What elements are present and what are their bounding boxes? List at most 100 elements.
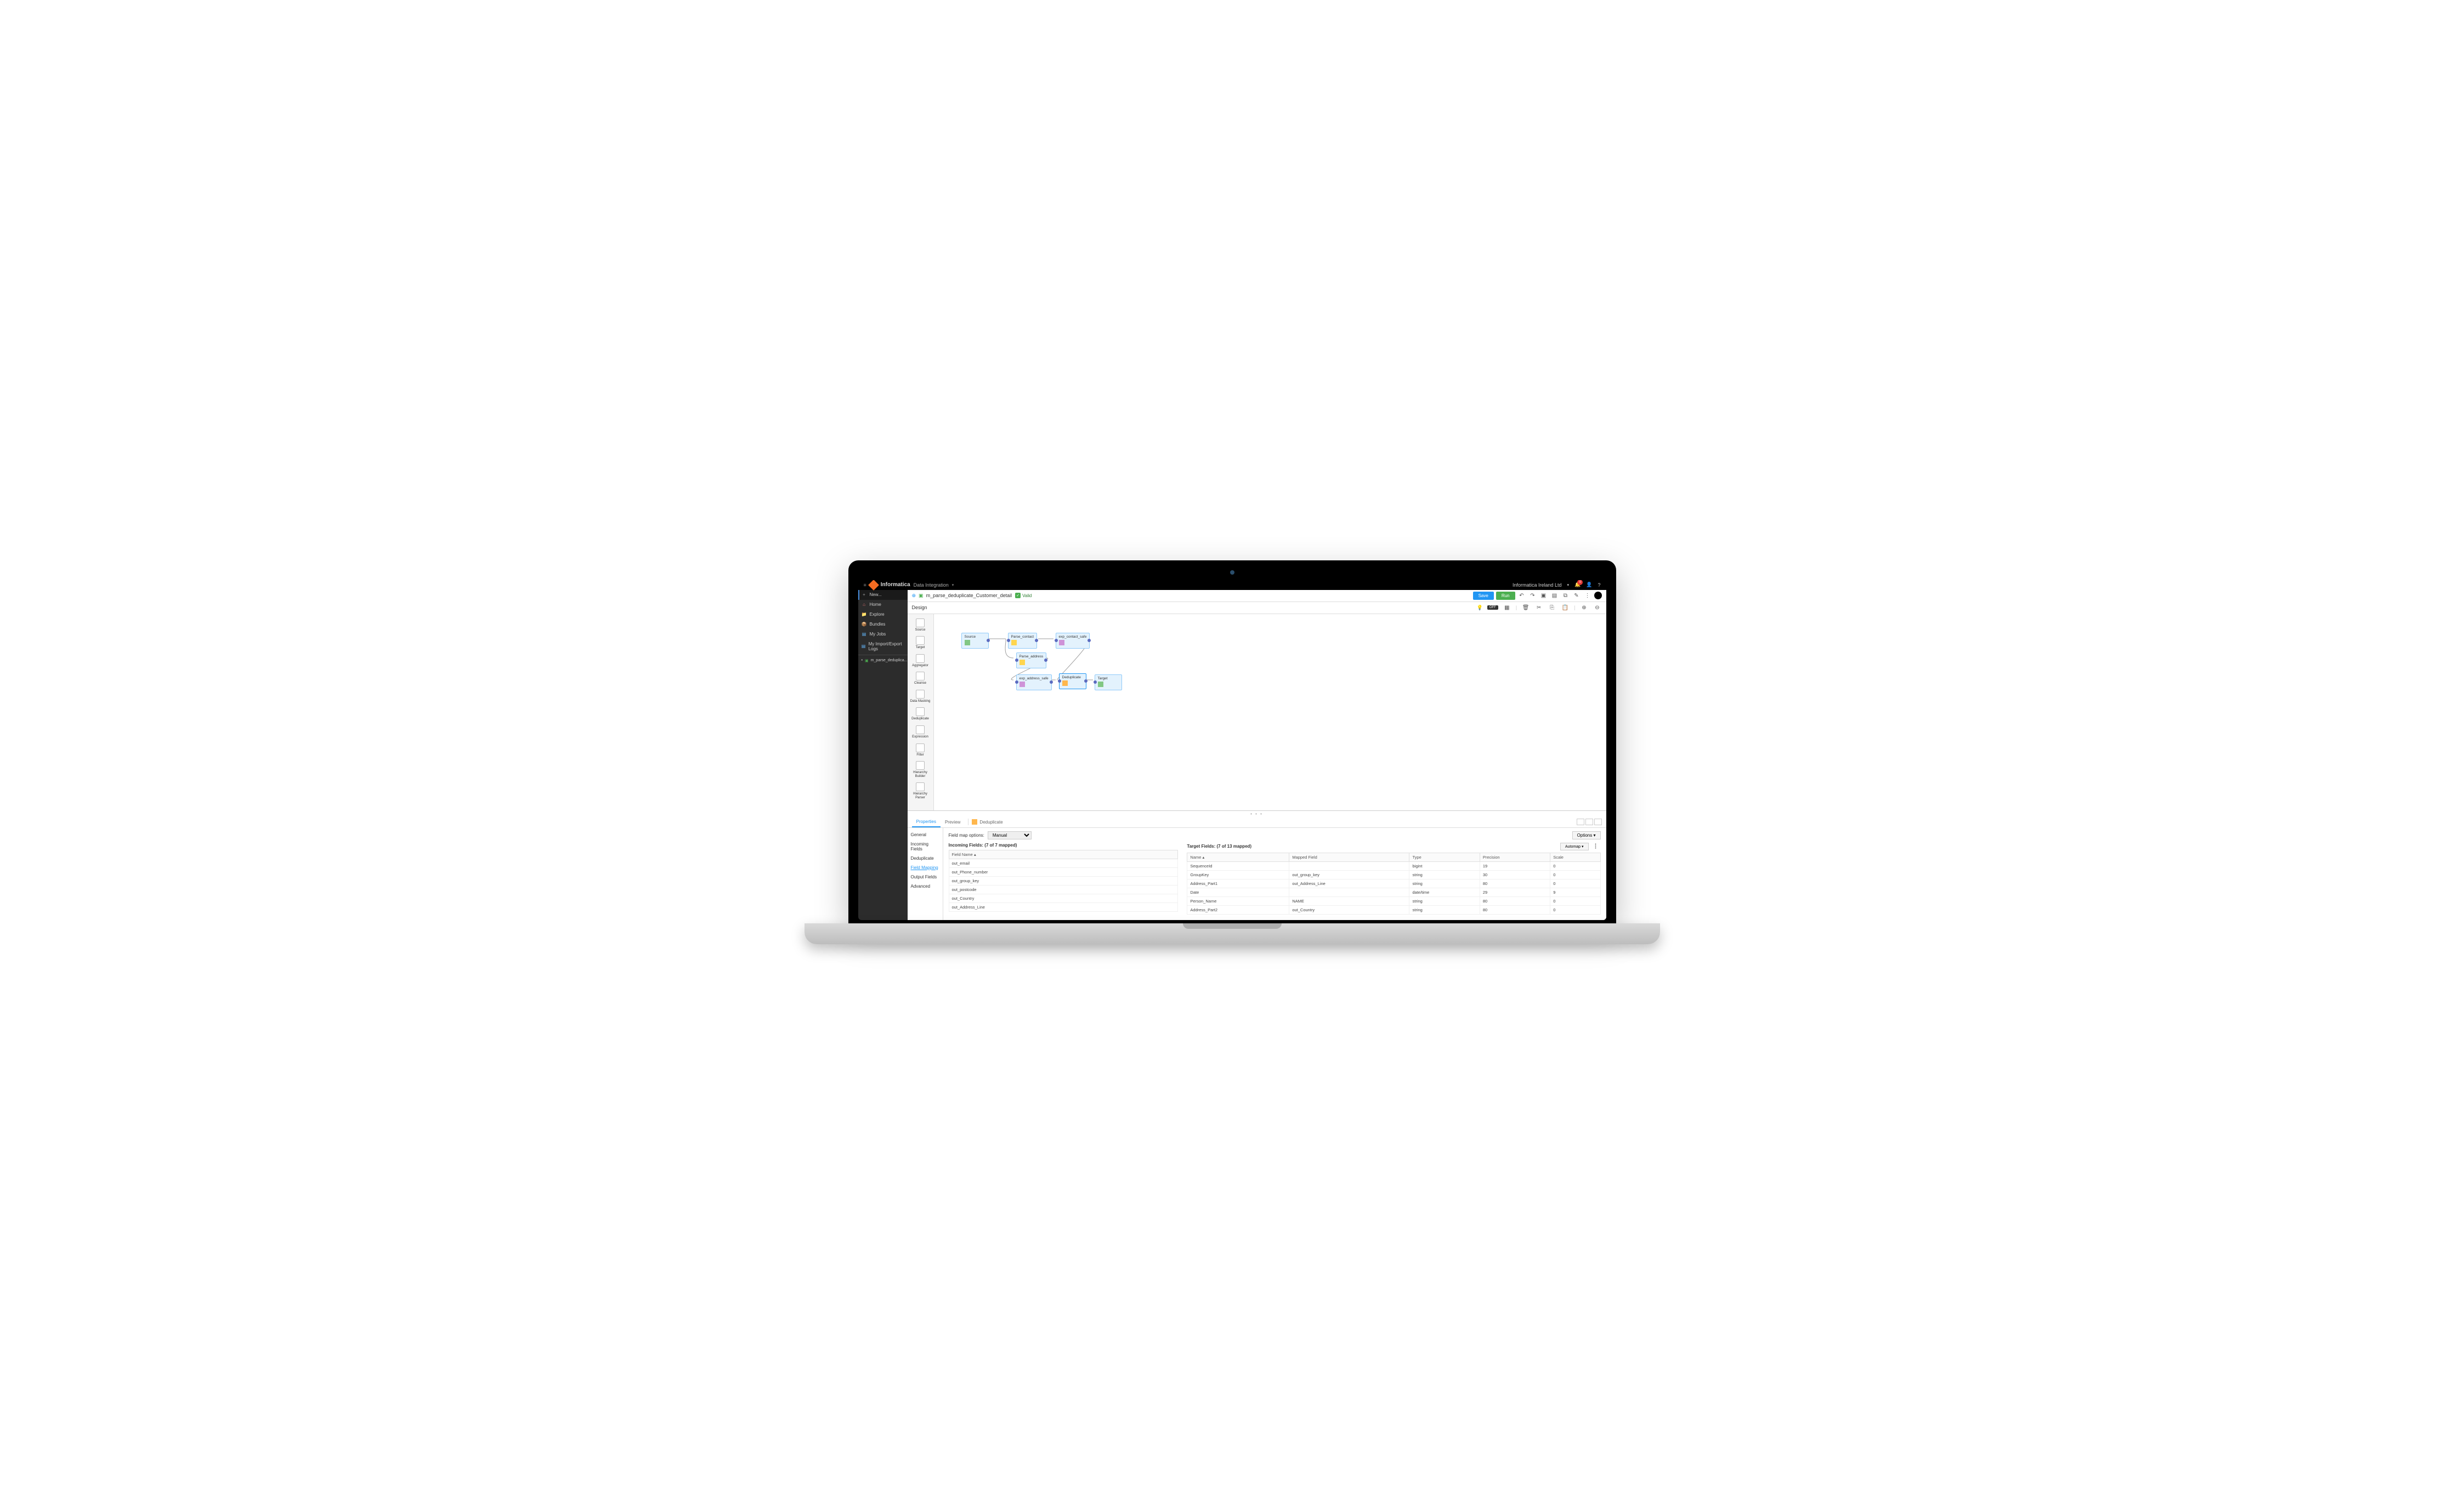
node-parse-address[interactable]: Parse_address [1016, 652, 1047, 668]
link-icon[interactable]: ⧉ [1561, 591, 1570, 600]
cut-icon[interactable]: ✂ [1534, 603, 1543, 612]
layout-view-3[interactable] [1594, 819, 1602, 825]
target-icon [1098, 682, 1103, 687]
app-name[interactable]: Data Integration [914, 582, 949, 588]
chevron-down-icon[interactable]: ▾ [952, 583, 954, 587]
target-fields-title: Target Fields: (7 of 13 mapped) [1187, 844, 1251, 849]
close-circle-icon[interactable] [1594, 592, 1602, 599]
table-row[interactable]: out_postcode [949, 885, 1178, 894]
delete-icon[interactable]: 🗑 [1521, 603, 1530, 612]
col-scale[interactable]: Scale [1550, 853, 1600, 861]
table-row[interactable]: out_Country [949, 894, 1178, 903]
grid-icon[interactable]: ▦ [1503, 603, 1511, 612]
tab-deduplicate[interactable]: Deduplicate [979, 818, 1007, 827]
kebab-icon[interactable]: ⋮ [1591, 843, 1601, 849]
sidebar-item-home[interactable]: ⌂Home [858, 600, 908, 610]
table-row[interactable]: SequenceIdbigint190 [1187, 861, 1600, 870]
table-row[interactable]: Address_Part1out_Address_Linestring800 [1187, 879, 1600, 888]
col-precision[interactable]: Precision [1480, 853, 1550, 861]
tree-toggle-icon[interactable]: ⊕ [912, 593, 916, 599]
open-mapping-item[interactable]: • ▣ m_parse_deduplica... ✕ [858, 656, 908, 665]
edit-icon[interactable]: ✎ [1572, 591, 1581, 600]
sidebar-item-label: My Jobs [870, 632, 886, 637]
copy-icon[interactable]: ⎘ [1548, 603, 1556, 612]
col-type[interactable]: Type [1409, 853, 1480, 861]
node-exp-address-safe[interactable]: exp_address_safe [1016, 674, 1052, 690]
kebab-icon[interactable]: ⋮ [1583, 591, 1592, 600]
layout-view-1[interactable] [1577, 819, 1584, 825]
chevron-down-icon[interactable]: ▾ [1567, 583, 1570, 587]
run-button[interactable]: Run [1496, 592, 1515, 600]
sql-icon[interactable]: ▤ [1550, 591, 1559, 600]
expression-icon [1059, 640, 1064, 645]
table-row[interactable]: out_group_key [949, 876, 1178, 885]
save-button[interactable]: Save [1473, 592, 1494, 600]
side-tab-deduplicate[interactable]: Deduplicate [908, 854, 943, 863]
sidebar-item-bundles[interactable]: 📦Bundles [858, 620, 908, 629]
side-tab-general[interactable]: General [908, 830, 943, 839]
palette-deduplicate[interactable]: Deduplicate [908, 705, 933, 723]
undo-icon[interactable]: ↶ [1517, 591, 1526, 600]
palette-source[interactable]: Source [908, 616, 933, 634]
bulb-icon[interactable]: 💡 [1477, 605, 1483, 611]
palette-filter[interactable]: Filter [908, 741, 933, 759]
table-row[interactable]: Datedate/time299 [1187, 888, 1600, 896]
options-button[interactable]: Options ▾ [1572, 831, 1601, 839]
side-tab-advanced[interactable]: Advanced [908, 882, 943, 891]
table-row[interactable]: Address_Part2out_Countrystring800 [1187, 905, 1600, 914]
sidebar-item-explore[interactable]: 📁Explore [858, 610, 908, 620]
sidebar-item-label: Bundles [870, 622, 886, 627]
zoom-out-icon[interactable]: ⊖ [1593, 603, 1602, 612]
table-row[interactable]: out_Address_Line [949, 903, 1178, 911]
node-deduplicate[interactable]: Deduplicate [1059, 673, 1086, 689]
drag-handle-icon[interactable]: • • • [908, 811, 1606, 817]
toggle-switch[interactable]: OFF [1487, 605, 1498, 610]
node-source[interactable]: Source [961, 633, 989, 649]
sidebar-icon: ▤ [862, 632, 867, 637]
side-tab-output-fields[interactable]: Output Fields [908, 872, 943, 882]
side-tab-field-mapping[interactable]: Field Mapping [908, 863, 943, 872]
sidebar-item-my-import-export-logs[interactable]: ▤My Import/Export Logs [858, 639, 908, 654]
palette-expression[interactable]: Expression [908, 723, 933, 741]
sidebar-item-my-jobs[interactable]: ▤My Jobs [858, 629, 908, 639]
tab-preview[interactable]: Preview [941, 818, 965, 827]
palette-cleanse[interactable]: Cleanse [908, 669, 933, 688]
org-name[interactable]: Informatica Ireland Ltd [1513, 582, 1562, 588]
user-icon[interactable]: 👤 [1586, 582, 1592, 588]
table-row[interactable]: GroupKeyout_group_keystring300 [1187, 870, 1600, 879]
help-icon[interactable]: ? [1598, 582, 1600, 588]
table-row[interactable]: Person_NameNAMEstring800 [1187, 896, 1600, 905]
palette-aggregator[interactable]: Aggregator [908, 652, 933, 670]
sidebar-item-new-[interactable]: +New... [858, 590, 908, 600]
tab-properties[interactable]: Properties [912, 817, 941, 827]
node-parse-contact[interactable]: Parse_contact [1008, 633, 1038, 649]
palette-data-masking[interactable]: Data Masking [908, 688, 933, 706]
table-row[interactable]: out_email [949, 859, 1178, 867]
node-target[interactable]: Target [1095, 674, 1122, 690]
palette-target[interactable]: Target [908, 634, 933, 652]
redo-icon[interactable]: ↷ [1528, 591, 1537, 600]
design-canvas[interactable]: Source Parse_contact exp_contact_safe [934, 614, 1606, 810]
col-mapped-field[interactable]: Mapped Field [1289, 853, 1409, 861]
palette-hierarchy-builder[interactable]: Hierarchy Builder [908, 759, 933, 780]
table-row[interactable]: out_Phone_number [949, 867, 1178, 876]
bell-icon[interactable]: 🔔0 [1574, 582, 1581, 588]
field-map-label: Field map options: [949, 833, 984, 838]
bullet-icon: • [862, 659, 863, 662]
automap-button[interactable]: Automap ▾ [1560, 843, 1589, 850]
col-fieldname[interactable]: Field Name ▴ [949, 850, 1178, 859]
palette-hierarchy-parser[interactable]: Hierarchy Parser [908, 780, 933, 802]
hamburger-icon[interactable]: ≡ [864, 582, 866, 588]
node-exp-contact-safe[interactable]: exp_contact_safe [1056, 633, 1090, 649]
sidebar-item-label: Home [870, 602, 881, 607]
col-name[interactable]: Name ▴ [1187, 853, 1289, 861]
zoom-in-icon[interactable]: ⊕ [1580, 603, 1589, 612]
side-tab-incoming-fields[interactable]: Incoming Fields [908, 839, 943, 854]
field-map-select[interactable]: Manual [988, 831, 1032, 839]
validate-icon[interactable]: ▣ [1539, 591, 1548, 600]
mapping-icon: ▣ [865, 659, 869, 663]
palette-label: Cleanse [914, 682, 926, 685]
paste-icon[interactable]: 📋 [1561, 603, 1570, 612]
layout-view-2[interactable] [1585, 819, 1593, 825]
incoming-fields-title: Incoming Fields: (7 of 7 mapped) [949, 843, 1179, 848]
